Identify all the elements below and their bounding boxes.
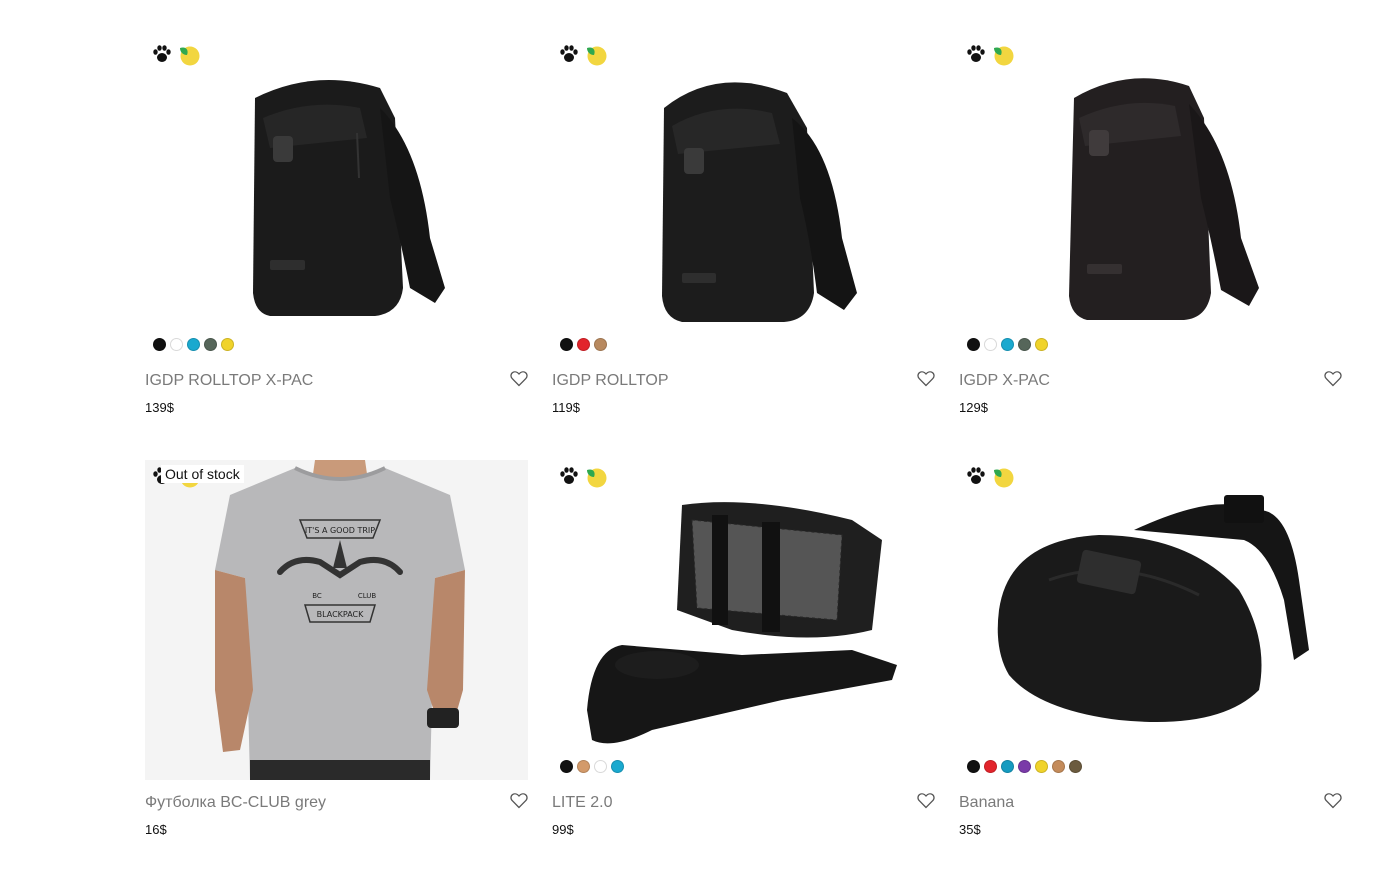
product-price: 16$ [145,822,167,837]
color-swatch[interactable] [1001,338,1014,351]
color-swatch[interactable] [594,760,607,773]
backpack-illustration [662,82,857,322]
product-image[interactable] [552,38,935,358]
eco-leaf-icon [994,468,1014,488]
color-swatch[interactable] [611,760,624,773]
color-swatch[interactable] [577,760,590,773]
product-name[interactable]: Футболка BC-CLUB grey [145,794,326,812]
product-card[interactable]: IGDP ROLLTOP X-PAC 139$ [145,30,528,440]
color-swatch[interactable] [967,338,980,351]
paw-icon [967,467,985,484]
product-price: 119$ [552,400,580,415]
color-swatch[interactable] [967,760,980,773]
eco-leaf-icon [994,46,1014,66]
color-swatch[interactable] [1018,338,1031,351]
color-swatch[interactable] [1069,760,1082,773]
product-badges [151,43,201,67]
product-image[interactable] [959,38,1342,358]
color-swatch[interactable] [1052,760,1065,773]
backpack-illustration [1069,78,1259,320]
paw-icon [560,45,578,62]
color-swatch[interactable] [153,338,166,351]
color-swatch[interactable] [1035,760,1048,773]
heart-icon[interactable] [1324,792,1342,809]
paw-icon [560,467,578,484]
heart-icon[interactable] [917,792,935,809]
paw-icon [153,45,171,62]
product-image[interactable]: IT'S A GOOD TRIP BC CLUB BLACKPACK [145,460,528,780]
product-card[interactable]: LITE 2.0 99$ [552,452,935,862]
color-swatch[interactable] [221,338,234,351]
color-swatch[interactable] [1018,760,1031,773]
waist-bag-illustration [997,495,1309,722]
product-name[interactable]: Banana [959,794,1014,812]
color-swatches [967,338,1048,351]
product-price: 35$ [959,822,981,837]
heart-icon[interactable] [510,370,528,387]
product-name[interactable]: IGDP ROLLTOP [552,372,668,390]
color-swatch[interactable] [1035,338,1048,351]
color-swatches [967,760,1082,773]
eco-leaf-icon [180,46,200,66]
product-price: 139$ [145,400,174,415]
color-swatches [560,760,624,773]
product-badges [965,465,1015,489]
product-price: 129$ [959,400,988,415]
product-image[interactable] [959,460,1342,780]
color-swatch[interactable] [560,760,573,773]
heart-icon[interactable] [917,370,935,387]
tshirt-illustration: IT'S A GOOD TRIP BC CLUB BLACKPACK [145,460,528,780]
product-card[interactable]: IGDP X-PAC 129$ [959,30,1342,440]
color-swatch[interactable] [187,338,200,351]
color-swatch[interactable] [577,338,590,351]
tshirt-print-right: CLUB [358,592,377,600]
backpack-illustration [253,80,445,316]
tshirt-print-left: BC [312,592,322,600]
eco-leaf-icon [587,46,607,66]
bag-illustration [587,502,897,744]
product-price: 99$ [552,822,574,837]
product-badges [558,465,608,489]
color-swatch[interactable] [984,760,997,773]
color-swatches [560,338,607,351]
heart-icon[interactable] [510,792,528,809]
color-swatch[interactable] [170,338,183,351]
product-card[interactable]: IGDP ROLLTOP 119$ [552,30,935,440]
heart-icon[interactable] [1324,370,1342,387]
product-name[interactable]: IGDP X-PAC [959,372,1050,390]
eco-leaf-icon [587,468,607,488]
product-image[interactable] [145,38,528,358]
product-badges [965,43,1015,67]
product-image[interactable] [552,460,935,780]
tshirt-print-top: IT'S A GOOD TRIP [305,526,375,535]
tshirt-print-bottom: BLACKPACK [317,610,365,619]
product-name[interactable]: LITE 2.0 [552,794,612,812]
color-swatch[interactable] [560,338,573,351]
color-swatch[interactable] [1001,760,1014,773]
color-swatch[interactable] [984,338,997,351]
color-swatch[interactable] [204,338,217,351]
product-badges [558,43,608,67]
product-card[interactable]: Out of stock IT'S A GOOD TRIP BC CLUB BL… [145,452,528,862]
paw-icon [967,45,985,62]
color-swatches [153,338,234,351]
color-swatch[interactable] [594,338,607,351]
product-name[interactable]: IGDP ROLLTOP X-PAC [145,372,313,390]
product-grid: IGDP ROLLTOP X-PAC 139$ IGDP ROLLTOP 119… [145,30,1342,862]
out-of-stock-label: Out of stock [161,465,244,483]
product-card[interactable]: Banana 35$ [959,452,1342,862]
